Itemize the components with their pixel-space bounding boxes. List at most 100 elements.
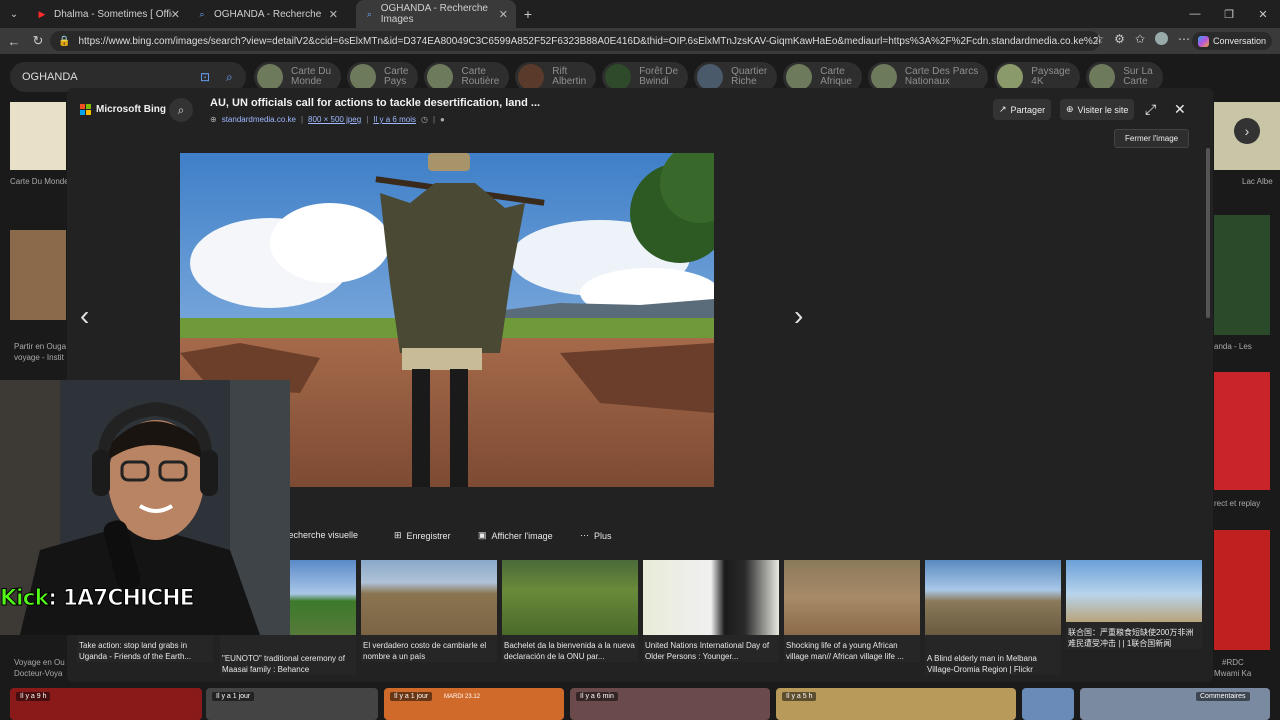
news-tile[interactable]: Il y a 6 min <box>570 688 770 720</box>
image-size[interactable]: 800 × 500 jpeg <box>308 115 361 124</box>
related-caption: 联合国：严重粮食短缺使200万非洲难民遭受冲击 | | 1联合国新闻 <box>1068 628 1194 648</box>
scroll-right-arrow-icon[interactable]: › <box>1234 118 1260 144</box>
result-thumb[interactable] <box>10 102 66 170</box>
image-title[interactable]: AU, UN officials call for actions to tac… <box>210 97 540 109</box>
related-thumb <box>925 560 1061 635</box>
extensions-icon[interactable]: ⚙ <box>1114 32 1125 46</box>
previous-image-arrow-icon[interactable]: ‹ <box>80 300 89 332</box>
close-icon[interactable]: ✕ <box>329 8 338 21</box>
window-close-icon[interactable]: ✕ <box>1246 0 1280 28</box>
close-icon[interactable]: ✕ <box>499 8 508 21</box>
modal-header: Microsoft Bing ⌕ AU, UN officials call f… <box>67 88 1213 134</box>
restore-icon[interactable]: ❐ <box>1212 0 1246 28</box>
next-image-arrow-icon[interactable]: › <box>794 300 803 332</box>
result-thumb[interactable] <box>1214 530 1270 650</box>
conversation-label: Conversation <box>1212 36 1266 46</box>
modal-search-button[interactable]: ⌕ <box>169 98 193 122</box>
related-image-card[interactable]: A Blind elderly man in Melbana Village-O… <box>925 560 1061 675</box>
new-tab-icon[interactable]: + <box>516 0 540 28</box>
result-caption: voyage - Instit <box>14 353 64 362</box>
result-caption: Carte Du Monde <box>10 177 69 186</box>
related-image-card[interactable]: El verdadero costo de cambiarle el nombr… <box>361 560 497 662</box>
more-menu-icon[interactable]: ⋯ <box>1178 32 1190 46</box>
result-thumb[interactable] <box>10 230 66 320</box>
save-icon: ⊞ <box>394 530 402 540</box>
news-tile[interactable]: Il y a 1 jour MARDI 23.12 <box>384 688 564 720</box>
visit-label: Visiter le site <box>1077 104 1129 115</box>
brand-name: Microsoft Bing <box>96 104 166 115</box>
tab-youtube[interactable]: ▶ Dhalma - Sometimes [ Official Mu ✕ <box>28 0 188 28</box>
modal-scrollbar[interactable] <box>1206 148 1210 318</box>
bing-logo[interactable]: Microsoft Bing <box>80 104 166 115</box>
save-label: Enregistrer <box>406 530 451 541</box>
chip-label: Routière <box>461 76 500 87</box>
action-more[interactable]: ⋯ Plus <box>580 530 612 541</box>
tab-recherche[interactable]: ⌕ OGHANDA - Recherche ✕ <box>188 0 346 28</box>
related-caption: Bachelet da la bienvenida a la nueva dec… <box>504 641 635 661</box>
result-caption: Lac Albe <box>1242 177 1273 186</box>
action-save[interactable]: ⊞ Enregistrer <box>394 530 451 541</box>
globe-icon: ⊕ <box>1066 104 1074 114</box>
image-age[interactable]: Il y a 6 mois <box>373 115 416 124</box>
info-icon[interactable]: ● <box>440 115 445 124</box>
close-icon[interactable]: ✕ <box>171 8 180 21</box>
visit-site-button[interactable]: ⊕ Visiter le site <box>1060 99 1135 120</box>
result-caption: anda - Les <box>1214 342 1252 351</box>
chip-label: Bwindi <box>639 76 669 87</box>
action-show-image[interactable]: ▣ Afficher l'image <box>478 530 553 541</box>
back-icon[interactable]: ← <box>2 34 26 49</box>
related-image-card[interactable]: 联合国：严重粮食短缺使200万非洲难民遭受冲击 | | 1联合国新闻 <box>1066 560 1202 649</box>
tab-title: OGHANDA - Recherche Images <box>380 3 488 25</box>
comments-tile[interactable]: Commentaires <box>1080 688 1270 720</box>
related-thumb <box>784 560 920 635</box>
chip-thumb <box>518 64 545 90</box>
more-label: Plus <box>594 530 612 541</box>
visual-search-icon[interactable]: ⊡ <box>200 70 210 84</box>
news-tile[interactable]: Il y a 1 jour <box>206 688 378 720</box>
news-tile[interactable] <box>1022 688 1074 720</box>
related-image-card[interactable]: United Nations International Day of Olde… <box>643 560 779 662</box>
related-caption: Take action: stop land grabs in Uganda -… <box>79 641 192 661</box>
tab-list-chevron-icon[interactable]: ⌄ <box>0 0 28 28</box>
source-link[interactable]: standardmedia.co.ke <box>222 115 296 124</box>
expand-icon[interactable]: ⤢ <box>1145 101 1156 118</box>
profile-avatar-icon[interactable] <box>1155 32 1168 45</box>
divider: | <box>300 115 304 124</box>
search-icon[interactable]: ⌕ <box>226 70 233 85</box>
minimize-icon[interactable]: — <box>1178 0 1212 28</box>
favorite-star-icon[interactable]: ☆ <box>1093 32 1104 46</box>
related-image-card[interactable]: Bachelet da la bienvenida a la nueva dec… <box>502 560 638 662</box>
url-text: https://www.bing.com/images/search?view=… <box>78 35 1100 47</box>
news-tile[interactable]: Il y a 9 h <box>10 688 202 720</box>
related-caption: Shocking life of a young African village… <box>786 641 904 661</box>
copilot-conversation-button[interactable]: Conversation <box>1191 32 1272 50</box>
show-image-label: Afficher l'image <box>491 530 553 541</box>
action-visual-search[interactable]: Recherche visuelle <box>282 530 358 540</box>
chip-thumb <box>257 64 283 90</box>
related-caption: "EUNOTO" traditional ceremony of Maasai … <box>222 654 345 674</box>
reload-icon[interactable]: ↻ <box>26 33 50 49</box>
related-caption: United Nations International Day of Olde… <box>645 641 770 661</box>
search-query: OGHANDA <box>22 71 78 83</box>
tab-bar: ⌄ ▶ Dhalma - Sometimes [ Official Mu ✕ ⌕… <box>0 0 1280 28</box>
related-image-card[interactable]: Shocking life of a young African village… <box>784 560 920 662</box>
chip-label: Carte <box>1123 76 1148 87</box>
favorites-icon[interactable]: ✩ <box>1135 32 1145 46</box>
chip-label: Pays <box>384 76 407 87</box>
tab-recherche-images[interactable]: ⌕ OGHANDA - Recherche Images ✕ <box>356 0 516 28</box>
related-thumb <box>361 560 497 635</box>
news-tile[interactable]: Il y a 5 h <box>776 688 1016 720</box>
chip-label: Monde <box>291 76 322 87</box>
news-age: Il y a 1 jour <box>212 692 255 701</box>
chip-thumb <box>870 64 897 90</box>
result-thumb[interactable] <box>1214 372 1270 490</box>
result-caption: Docteur-Voya <box>14 669 63 678</box>
share-button[interactable]: ↗ Partager <box>993 99 1052 120</box>
close-image-icon[interactable]: ✕ <box>1174 101 1186 118</box>
image-icon: ▣ <box>478 530 487 540</box>
result-caption: rect et replay <box>1214 499 1261 508</box>
comments-label: Commentaires <box>1196 692 1250 701</box>
url-field[interactable]: 🔒 https://www.bing.com/images/search?vie… <box>50 31 1100 51</box>
result-caption: #RDC <box>1222 658 1244 667</box>
result-thumb[interactable] <box>1214 215 1270 335</box>
